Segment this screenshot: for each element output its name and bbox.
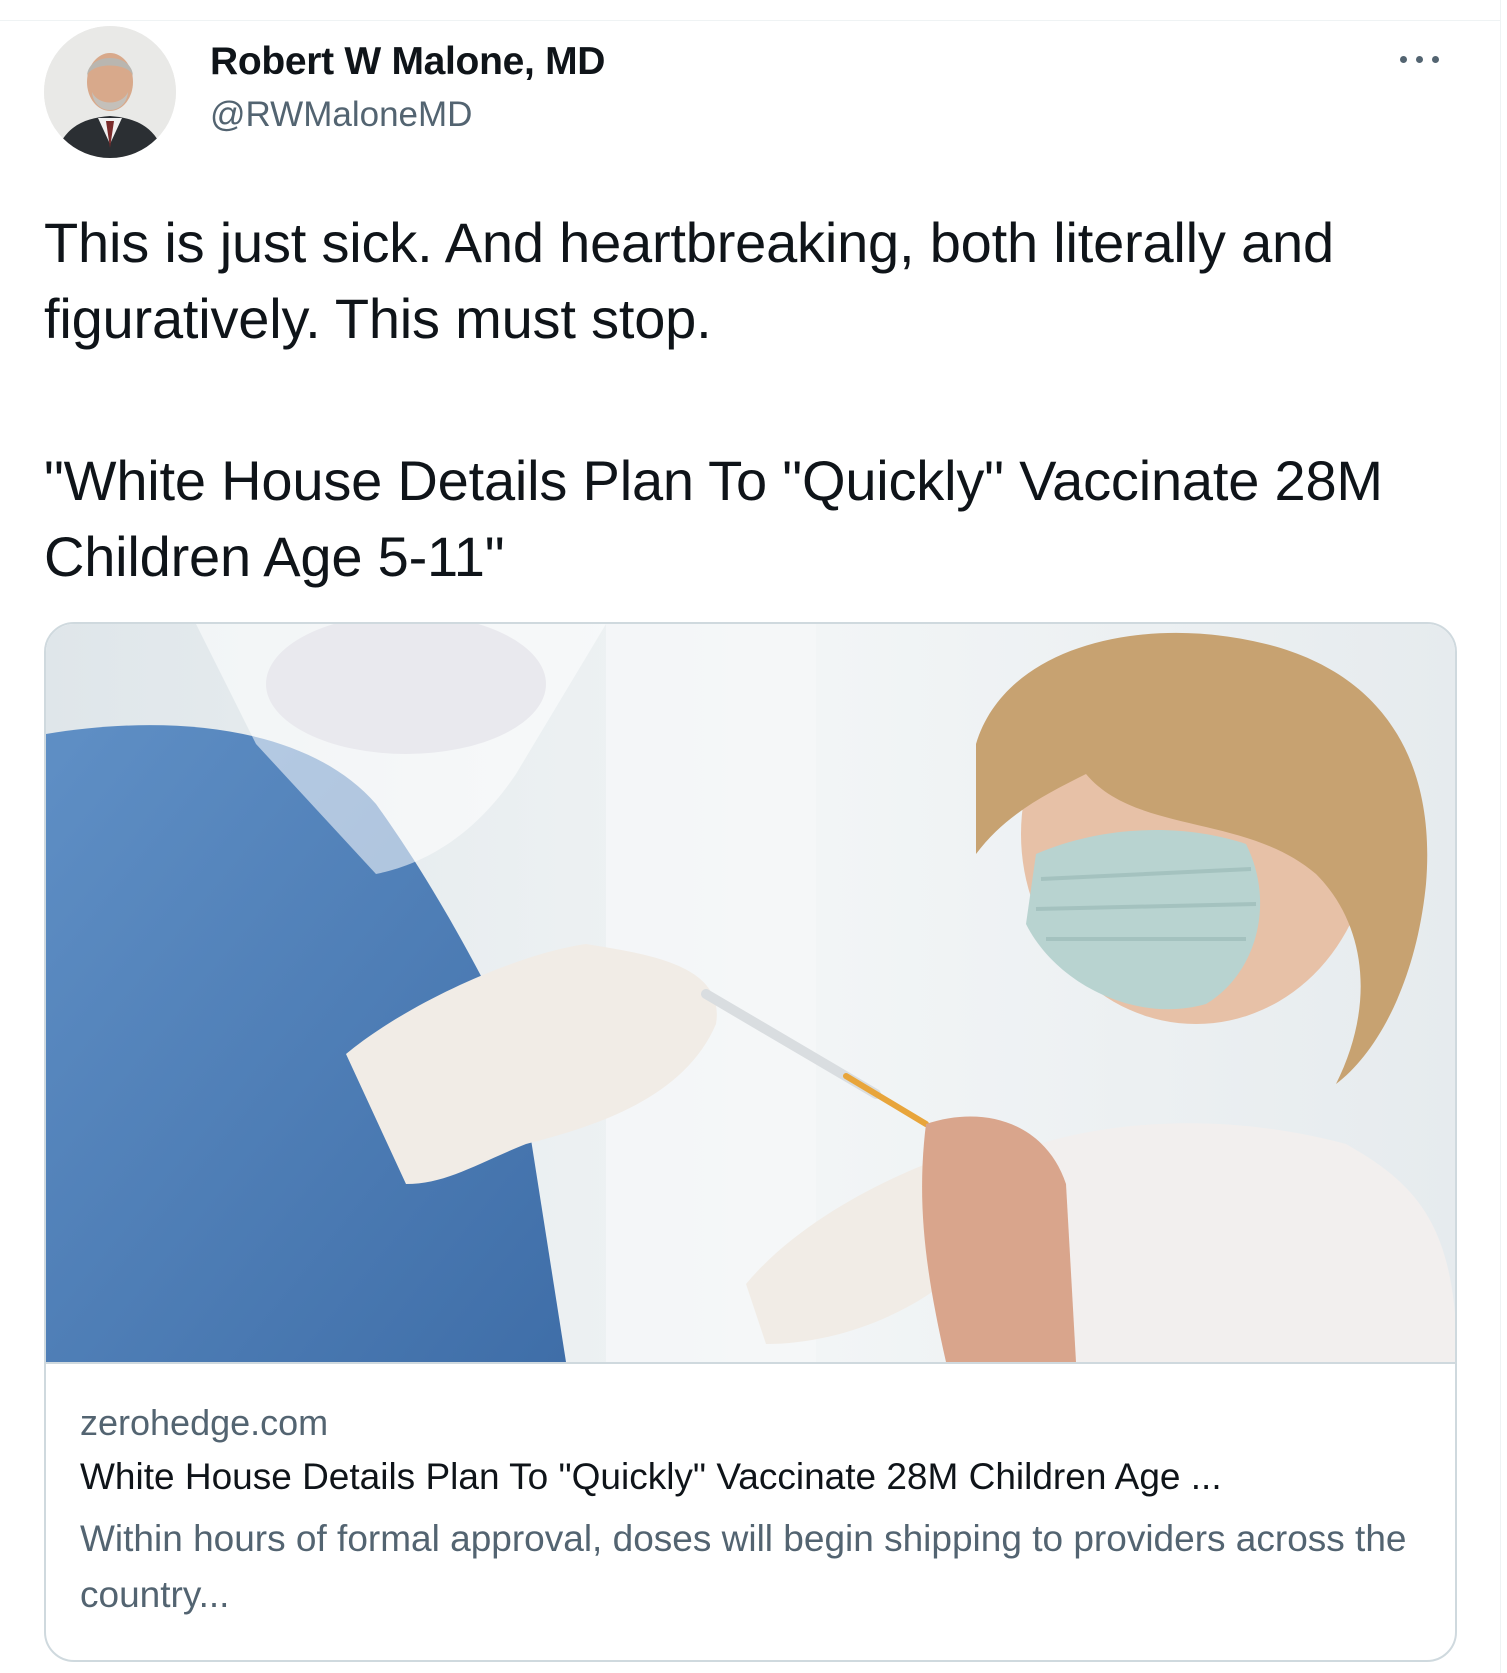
avatar-portrait xyxy=(44,26,176,158)
card-description: Within hours of formal approval, doses w… xyxy=(80,1518,1407,1615)
tweet-text: This is just sick. And heartbreaking, bo… xyxy=(44,211,1334,350)
right-divider xyxy=(1500,0,1501,1673)
tweet-quote-text: "White House Details Plan To "Quickly" V… xyxy=(44,449,1383,588)
vaccination-photo xyxy=(46,624,1455,1362)
avatar[interactable] xyxy=(44,26,176,158)
card-divider xyxy=(46,1362,1455,1364)
author-handle[interactable]: @RWMaloneMD xyxy=(210,95,472,135)
author-name[interactable]: Robert W Malone, MD xyxy=(210,40,605,84)
more-options-icon[interactable] xyxy=(1400,40,1456,76)
card-title: White House Details Plan To "Quickly" Va… xyxy=(80,1456,1222,1497)
link-card[interactable]: zerohedge.com White House Details Plan T… xyxy=(44,622,1457,1662)
card-image[interactable] xyxy=(46,624,1455,1362)
card-domain: zerohedge.com xyxy=(80,1402,329,1443)
top-divider xyxy=(0,20,1500,21)
